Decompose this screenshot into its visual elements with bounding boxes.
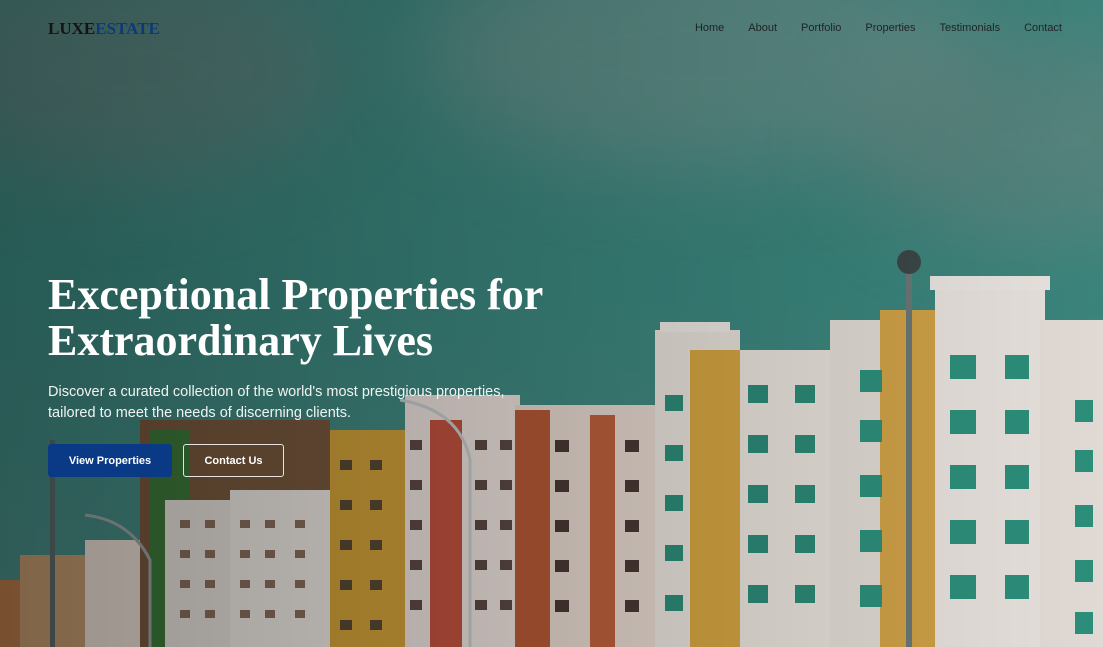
nav-link-contact[interactable]: Contact [1024,22,1062,34]
logo-text-luxe: LUXE [48,19,96,38]
hero-content: Exceptional Properties for Extraordinary… [48,272,668,477]
nav-link-testimonials[interactable]: Testimonials [940,22,1001,34]
hero-title-line2: Extraordinary Lives [48,316,433,365]
nav-menu: Home About Portfolio Properties Testimon… [695,22,1062,34]
hero-title: Exceptional Properties for Extraordinary… [48,272,668,364]
nav-link-properties[interactable]: Properties [865,22,915,34]
nav-link-home[interactable]: Home [695,22,724,34]
view-properties-button[interactable]: View Properties [48,444,172,477]
hero-title-line1: Exceptional Properties for [48,270,544,319]
navbar: LUXEESTATE Home About Portfolio Properti… [0,0,1103,58]
logo-text-estate: ESTATE [95,19,160,38]
contact-us-button[interactable]: Contact Us [183,444,284,477]
hero-buttons: View Properties Contact Us [48,444,668,477]
site-logo[interactable]: LUXEESTATE [48,19,160,39]
hero-subtitle: Discover a curated collection of the wor… [48,384,505,421]
nav-link-about[interactable]: About [748,22,777,34]
hero-section: LUXEESTATE Home About Portfolio Properti… [0,0,1103,647]
nav-link-portfolio[interactable]: Portfolio [801,22,841,34]
